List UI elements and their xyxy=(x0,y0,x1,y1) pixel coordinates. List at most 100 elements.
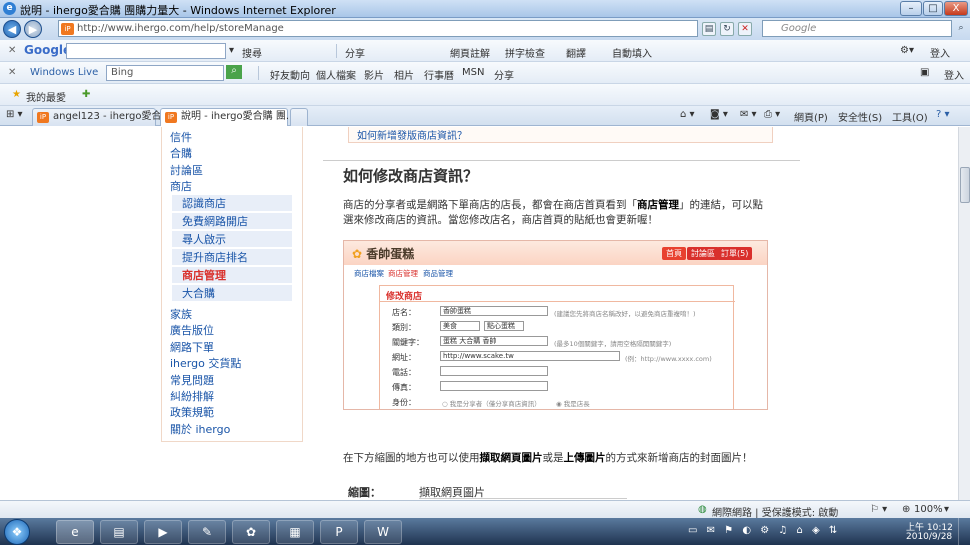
google-search-input[interactable] xyxy=(66,43,226,59)
page-menu[interactable]: 網頁(P) xyxy=(794,109,828,124)
translate-button[interactable]: 翻譯 xyxy=(566,45,586,60)
share-button[interactable]: 分享 xyxy=(345,45,365,60)
safety-menu[interactable]: 安全性(S) xyxy=(838,109,882,124)
address-row: ◀ ▶ iP http://www.ihergo.com/help/storeM… xyxy=(0,18,970,40)
sidebar-item-faq[interactable]: 常見問題 xyxy=(170,372,214,388)
spellcheck-button[interactable]: 拼字檢查 xyxy=(505,45,545,60)
live-link[interactable]: 分享 xyxy=(494,67,514,82)
start-button[interactable]: ❖ xyxy=(4,519,30,545)
google-search-button[interactable]: 搜尋 xyxy=(242,45,262,60)
divider xyxy=(258,66,259,80)
zoom-dropdown-icon[interactable]: ▾ xyxy=(944,504,949,515)
toolbar-close-icon[interactable]: ✕ xyxy=(8,67,16,78)
app-taskbar-icon[interactable]: ✿ xyxy=(232,520,270,544)
sidebar-item-family[interactable]: 家族 xyxy=(170,306,192,322)
scrollbar-thumb[interactable] xyxy=(960,167,970,203)
stop-icon[interactable]: ✕ xyxy=(738,22,752,36)
sidebar-item-about[interactable]: 關於 ihergo xyxy=(170,421,230,437)
google-dropdown-icon[interactable]: ▾ xyxy=(229,45,234,56)
zoom-level[interactable]: 100% xyxy=(914,504,943,515)
word-taskbar-icon[interactable]: W xyxy=(364,520,402,544)
tab-label: angel123 - ihergo愛合購 xyxy=(53,111,172,122)
sidebar-sub-know-store[interactable]: 認識商店 xyxy=(172,195,292,212)
sidebar-sub-missing[interactable]: 尋人啟示 xyxy=(172,231,292,248)
sidebar-item-ads[interactable]: 廣告版位 xyxy=(170,322,214,338)
field-label: 類別： xyxy=(392,323,416,332)
field-note: (例：http://www.xxxx.com) xyxy=(625,355,712,363)
mail-icon[interactable]: ✉ ▾ xyxy=(740,109,757,120)
favorites-label[interactable]: 我的最愛 xyxy=(26,89,66,104)
sidebar-item-store[interactable]: 商店 xyxy=(170,178,192,194)
annotate-button[interactable]: 網頁註解 xyxy=(450,45,490,60)
back-button[interactable]: ◀ xyxy=(3,20,21,38)
live-link[interactable]: 好友動向 xyxy=(270,67,310,82)
sidebar-item-forum[interactable]: 討論區 xyxy=(170,162,203,178)
sidebar-item-dispute[interactable]: 糾紛排解 xyxy=(170,388,214,404)
tab-label: 說明 - ihergo愛合購 團... xyxy=(181,111,296,122)
print-icon[interactable]: ⎙ ▾ xyxy=(764,109,780,120)
favorites-star-icon[interactable]: ★ xyxy=(12,89,21,100)
protected-mode-icon[interactable]: ⚐ ▾ xyxy=(870,504,887,515)
zoom-icon[interactable]: ⊕ xyxy=(902,504,910,515)
archive-taskbar-icon[interactable]: ▦ xyxy=(276,520,314,544)
close-button[interactable]: X xyxy=(944,1,968,16)
search-go-icon[interactable]: ⌕ xyxy=(226,65,242,79)
quick-tabs-icon[interactable]: ⊞ ▾ xyxy=(6,109,23,120)
explorer-taskbar-icon[interactable]: ▤ xyxy=(100,520,138,544)
settings-icon[interactable]: ⚙▾ xyxy=(900,45,914,56)
sidebar-item-group-buy[interactable]: 合購 xyxy=(170,145,192,161)
sidebar-sub-big-group[interactable]: 大合購 xyxy=(172,285,292,302)
live-link[interactable]: MSN xyxy=(462,67,484,78)
sidebar-item-pickup[interactable]: ihergo 交貨點 xyxy=(170,355,241,371)
screenshot-sublink-current: 商店管理 xyxy=(388,269,418,278)
powerpoint-taskbar-icon[interactable]: P xyxy=(320,520,358,544)
search-input[interactable]: Google xyxy=(762,20,952,37)
tab-help[interactable]: iP 說明 - ihergo愛合購 團... xyxy=(160,108,295,126)
sidebar-sub-free-store[interactable]: 免費網路開店 xyxy=(172,213,292,230)
store-manage-bold: 商店管理 xyxy=(637,199,679,211)
sidebar-item-policy[interactable]: 政策規範 xyxy=(170,404,214,420)
field-value xyxy=(440,366,548,376)
address-field[interactable]: iP http://www.ihergo.com/help/storeManag… xyxy=(58,20,698,37)
live-link[interactable]: 影片 xyxy=(364,67,384,82)
tray-icons[interactable]: ▭ ✉ ⚑ ◐ ⚙ ♫ ⌂ ◈ ⇅ xyxy=(688,525,840,536)
sidebar-sub-store-manage[interactable]: 商店管理 xyxy=(172,267,292,284)
home-icon[interactable]: ⌂ ▾ xyxy=(680,109,695,120)
autofill-button[interactable]: 自動填入 xyxy=(612,45,652,60)
live-link[interactable]: 個人檔案 xyxy=(316,67,356,82)
sidebar-item-order[interactable]: 網路下單 xyxy=(170,339,214,355)
paint-taskbar-icon[interactable]: ✎ xyxy=(188,520,226,544)
minimize-button[interactable]: – xyxy=(900,1,922,16)
refresh-icon[interactable]: ↻ xyxy=(720,22,734,36)
live-link[interactable]: 相片 xyxy=(394,67,414,82)
divider xyxy=(336,44,337,58)
ie-taskbar-icon[interactable]: e xyxy=(56,520,94,544)
bing-search-input[interactable]: Bing xyxy=(106,65,224,81)
toolbar-close-icon[interactable]: ✕ xyxy=(8,45,16,56)
prev-section-link[interactable]: 如何新增發版商店資訊？ xyxy=(357,127,467,142)
sidebar-item-mail[interactable]: 信件 xyxy=(170,129,192,145)
sidebar-sub-rank[interactable]: 提升商店排名 xyxy=(172,249,292,266)
live-signin-link[interactable]: 登入 xyxy=(944,67,964,82)
article-paragraph-3: 在下方縮圖的地方也可以使用擷取網頁圖片或是上傳圖片的方式來新增商店的封面圖片！ xyxy=(343,452,753,464)
vertical-scrollbar[interactable] xyxy=(958,127,970,500)
menu-icon[interactable]: ▣ xyxy=(920,67,929,78)
forward-button[interactable]: ▶ xyxy=(24,20,42,38)
feeds-icon[interactable]: ◙ ▾ xyxy=(710,109,728,120)
new-tab-button[interactable] xyxy=(290,108,308,126)
show-desktop-button[interactable] xyxy=(958,518,970,545)
clock-date[interactable]: 2010/9/28 xyxy=(906,532,952,542)
google-logo: Google xyxy=(24,43,72,57)
live-link[interactable]: 行事曆 xyxy=(424,67,454,82)
add-favorite-icon[interactable]: ✚ xyxy=(82,89,90,100)
address-url: http://www.ihergo.com/help/storeManage xyxy=(77,23,284,34)
help-icon[interactable]: ? ▾ xyxy=(936,109,950,120)
compatibility-icon[interactable]: ▤ xyxy=(702,22,716,36)
tools-menu[interactable]: 工具(O) xyxy=(892,109,928,124)
tab-angel123[interactable]: iP angel123 - ihergo愛合購 xyxy=(32,108,171,126)
live-toolbar: ✕ Windows Live Bing ⌕ 好友動向 個人檔案 影片 相片 行事… xyxy=(0,62,970,84)
search-icon[interactable]: ⌕ xyxy=(954,22,968,36)
maximize-button[interactable]: □ xyxy=(923,1,943,16)
google-signin-link[interactable]: 登入 xyxy=(930,45,950,60)
media-player-taskbar-icon[interactable]: ▶ xyxy=(144,520,182,544)
